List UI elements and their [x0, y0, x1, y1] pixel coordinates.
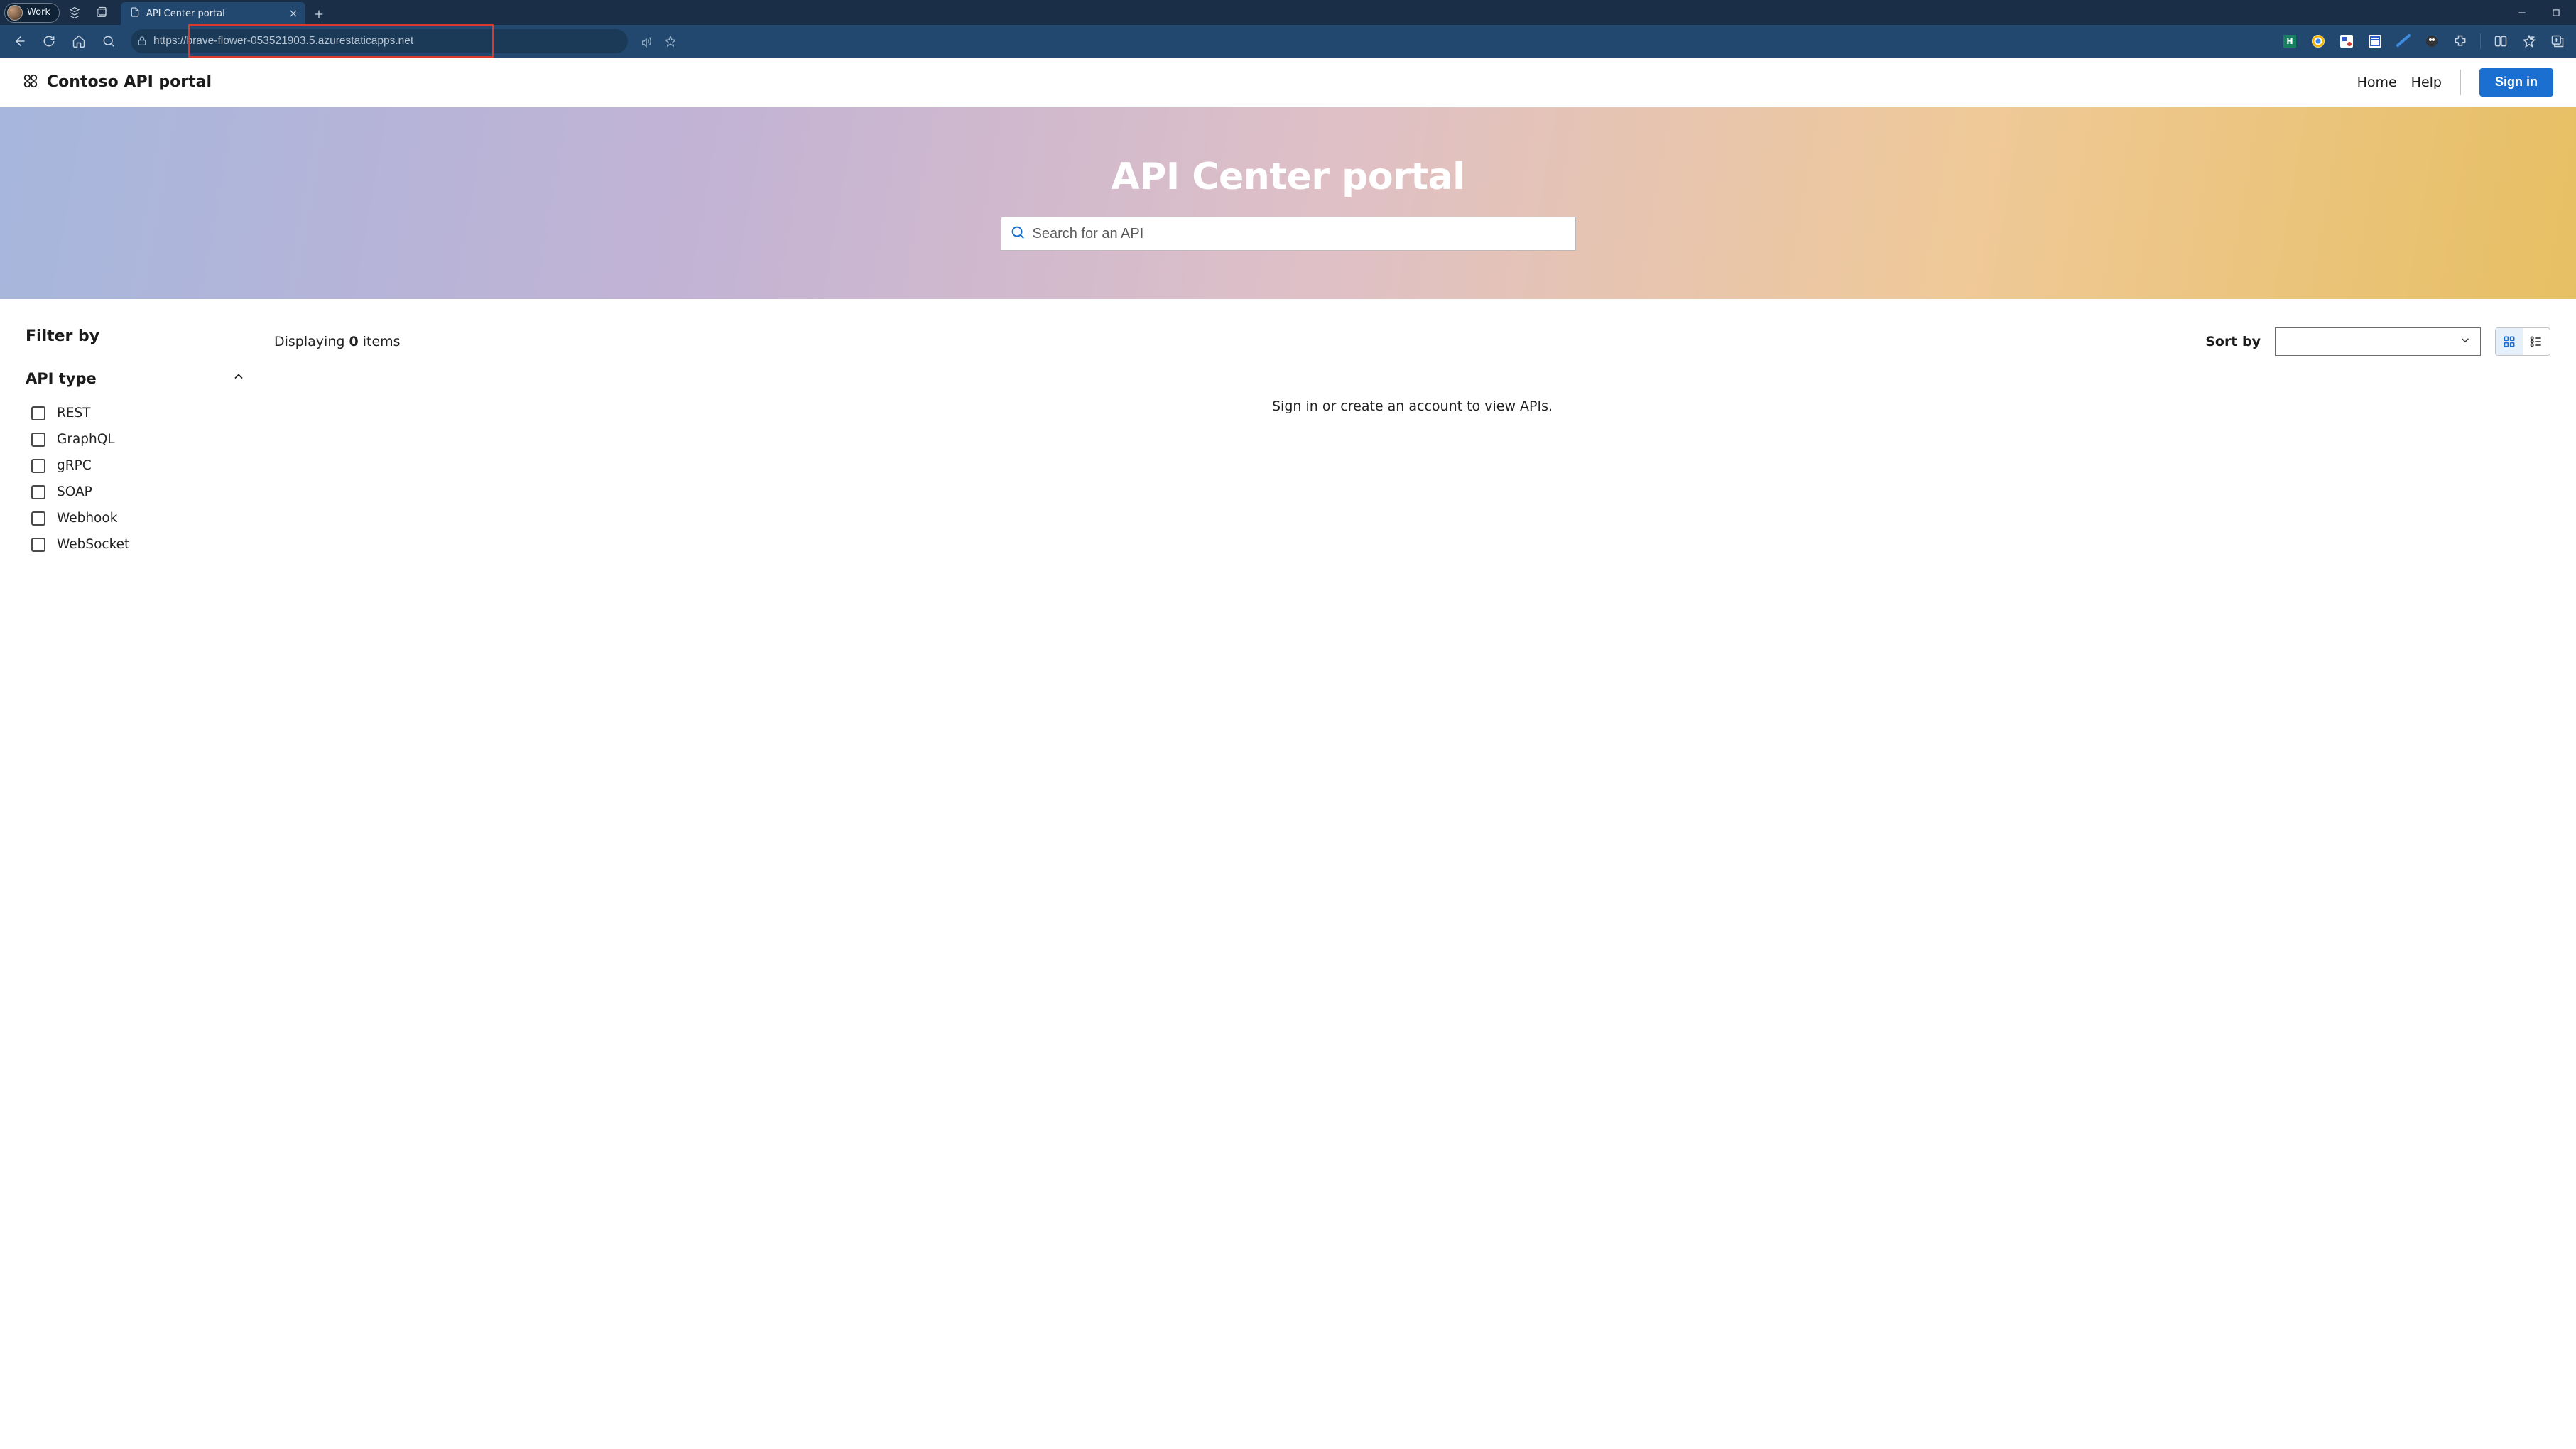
home-button[interactable]	[65, 28, 92, 55]
split-screen-icon[interactable]	[2488, 28, 2513, 54]
view-toggle	[2495, 327, 2550, 356]
filter-option-rest[interactable]: REST	[26, 400, 246, 426]
page-content: Contoso API portal Home Help Sign in API…	[0, 58, 2576, 586]
url-input[interactable]	[153, 35, 621, 48]
close-tab-button[interactable]	[287, 7, 300, 20]
address-bar[interactable]	[131, 29, 628, 53]
tab-title: API Center portal	[146, 9, 225, 19]
extensions-menu-icon[interactable]	[2447, 28, 2473, 54]
filter-group-title: API type	[26, 370, 97, 387]
filter-option-soap[interactable]: SOAP	[26, 479, 246, 505]
minimize-button[interactable]	[2506, 2, 2538, 23]
read-aloud-icon[interactable]	[635, 30, 658, 53]
checkbox[interactable]	[31, 485, 45, 499]
filter-option-grpc[interactable]: gRPC	[26, 452, 246, 479]
empty-state-message: Sign in or create an account to view API…	[274, 398, 2550, 414]
extension-6[interactable]	[2419, 28, 2445, 54]
filter-option-webhook[interactable]: Webhook	[26, 505, 246, 531]
filter-label: gRPC	[57, 458, 92, 473]
checkbox[interactable]	[31, 538, 45, 552]
header-divider	[2460, 70, 2461, 95]
new-tab-button[interactable]	[308, 4, 330, 25]
extension-2[interactable]	[2305, 28, 2331, 54]
refresh-button[interactable]	[36, 28, 63, 55]
extension-3[interactable]	[2334, 28, 2359, 54]
nav-home[interactable]: Home	[2357, 75, 2397, 90]
favorites-bar-icon[interactable]	[2516, 28, 2542, 54]
brand-icon	[23, 73, 38, 92]
extension-1[interactable]: H	[2277, 28, 2303, 54]
profile-switcher[interactable]: Work	[4, 3, 60, 23]
results-number: 0	[349, 334, 358, 349]
page-header: Contoso API portal Home Help Sign in	[0, 58, 2576, 107]
window-controls	[2506, 2, 2572, 23]
nav-help[interactable]: Help	[2411, 75, 2442, 90]
checkbox[interactable]	[31, 511, 45, 526]
tab-strip: API Center portal	[121, 0, 330, 25]
lock-icon	[136, 36, 148, 47]
search-input[interactable]	[1033, 226, 1567, 242]
chevron-up-icon	[232, 369, 246, 387]
filter-option-graphql[interactable]: GraphQL	[26, 426, 246, 452]
signin-button[interactable]: Sign in	[2479, 68, 2553, 97]
results-toolbar: Displaying 0 items Sort by	[274, 327, 2550, 356]
maximize-button[interactable]	[2540, 2, 2572, 23]
collections-icon[interactable]	[2545, 28, 2570, 54]
hero: API Center portal	[0, 107, 2576, 299]
chevron-down-icon	[2459, 334, 2472, 349]
filter-label: WebSocket	[57, 537, 129, 552]
tab-actions-icon[interactable]	[89, 2, 114, 23]
checkbox[interactable]	[31, 459, 45, 473]
filter-label: SOAP	[57, 484, 92, 499]
results-count: Displaying 0 items	[274, 334, 401, 349]
profile-label: Work	[27, 7, 50, 18]
extension-5[interactable]	[2391, 28, 2416, 54]
workspaces-icon[interactable]	[63, 2, 87, 23]
filter-label: Webhook	[57, 511, 117, 526]
extension-4[interactable]	[2362, 28, 2388, 54]
svg-text:H: H	[2286, 37, 2293, 46]
results-suffix: items	[359, 334, 401, 349]
search-icon	[1010, 224, 1026, 243]
back-button[interactable]	[6, 28, 33, 55]
toolbar-divider	[2480, 33, 2481, 49]
hero-title: API Center portal	[1112, 156, 1465, 198]
avatar	[7, 5, 23, 21]
sort-select[interactable]	[2275, 327, 2481, 356]
results-prefix: Displaying	[274, 334, 349, 349]
browser-toolbar: H	[0, 25, 2576, 58]
filter-label: GraphQL	[57, 432, 115, 447]
hero-search[interactable]	[1001, 217, 1576, 251]
search-button[interactable]	[95, 28, 122, 55]
favorite-icon[interactable]	[659, 30, 682, 53]
filter-option-websocket[interactable]: WebSocket	[26, 531, 246, 558]
filter-heading: Filter by	[26, 327, 246, 345]
filter-group-api-type[interactable]: API type	[26, 369, 246, 387]
filters-sidebar: Filter by API type REST GraphQL gRPC SOA…	[26, 327, 246, 558]
checkbox[interactable]	[31, 406, 45, 420]
checkbox[interactable]	[31, 433, 45, 447]
filter-label: REST	[57, 406, 91, 420]
brand[interactable]: Contoso API portal	[23, 73, 212, 92]
page-icon	[129, 6, 141, 21]
tab-api-center[interactable]: API Center portal	[121, 2, 305, 25]
view-list-button[interactable]	[2523, 328, 2550, 355]
main-column: Displaying 0 items Sort by Sign in or cr…	[274, 327, 2550, 558]
sort-label: Sort by	[2205, 334, 2261, 349]
brand-title: Contoso API portal	[47, 73, 212, 91]
browser-titlebar: Work API Center portal	[0, 0, 2576, 25]
extensions-area: H	[2277, 28, 2570, 54]
view-grid-button[interactable]	[2496, 328, 2523, 355]
